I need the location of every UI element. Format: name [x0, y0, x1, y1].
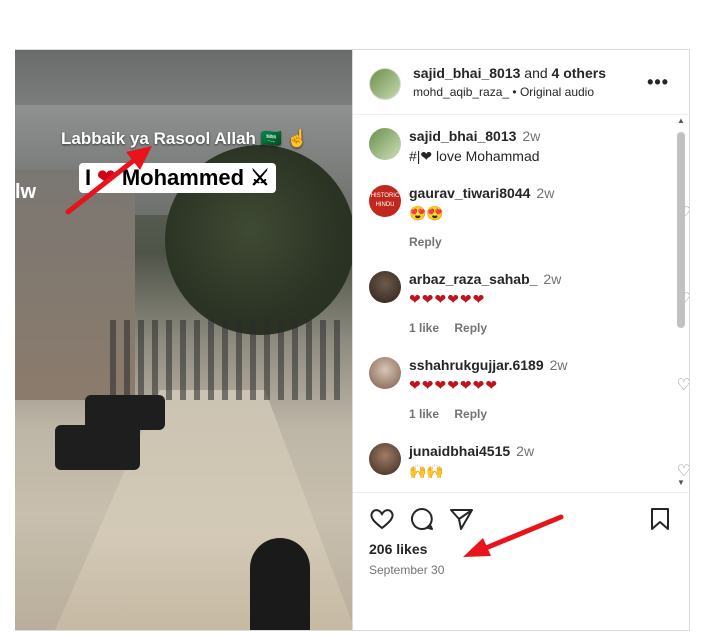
comments-list: sajid_bhai_8013 2w #|❤ love Mohammad HIST… [353, 114, 689, 492]
post-authors: sajid_bhai_8013 and 4 others [413, 65, 606, 81]
post-video[interactable]: lw Labbaik ya Rasool Allah 🇸🇦 ☝ I ❤ Moha… [15, 50, 352, 630]
video-corner-text: lw [15, 181, 37, 203]
audio-user[interactable]: mohd_aqib_raza_ [413, 85, 509, 99]
comment-username[interactable]: arbaz_raza_sahab_ [409, 271, 537, 287]
comment-avatar[interactable] [369, 443, 401, 475]
reply-button[interactable]: Reply [409, 235, 442, 249]
comment-meta: 1 like Reply [409, 321, 499, 335]
annotation-arrow-likes [463, 514, 564, 557]
comment-like-count[interactable]: 1 like [409, 407, 439, 421]
collaborators-link[interactable]: 4 others [552, 65, 606, 81]
authors-joiner: and [524, 65, 548, 81]
video-crowd [110, 320, 340, 400]
audio-info: mohd_aqib_raza_ • Original audio [413, 85, 594, 99]
scroll-up-arrow-icon[interactable]: ▲ [677, 116, 685, 125]
post-header: sajid_bhai_8013 and 4 others mohd_aqib_r… [353, 50, 689, 115]
scrollbar-thumb[interactable] [677, 132, 685, 328]
avatar-label: HISTORIC HINDU [370, 193, 400, 208]
reply-button[interactable]: Reply [454, 407, 487, 421]
comments-scrollbar[interactable]: ▲ ▼ [675, 114, 687, 492]
comment-time: 2w [516, 443, 535, 459]
comment-time: 2w [536, 185, 555, 201]
comment-username[interactable]: gaurav_tiwari8044 [409, 185, 530, 201]
scroll-down-arrow-icon[interactable]: ▼ [677, 478, 685, 487]
comment-time: 2w [522, 128, 541, 144]
author-avatar[interactable] [369, 68, 401, 100]
comment-avatar[interactable]: HISTORIC HINDU [369, 185, 401, 217]
likes-count[interactable]: 206 likes [369, 541, 427, 557]
video-motorbike [55, 425, 140, 470]
post-date: September 30 [369, 563, 445, 577]
comment-text: #|❤ love Mohammad [409, 148, 540, 164]
video-foreground-person [250, 538, 310, 630]
comment-username[interactable]: sshahrukgujjar.6189 [409, 357, 544, 373]
comment-text: ❤❤❤❤❤❤❤ [409, 377, 499, 393]
comment-avatar[interactable] [369, 271, 401, 303]
author-username[interactable]: sajid_bhai_8013 [413, 65, 520, 81]
comment-text: ❤❤❤❤❤❤ [409, 291, 486, 307]
comment-meta: Reply [409, 235, 454, 249]
comment-avatar[interactable] [369, 128, 401, 160]
comment-like-count[interactable]: 1 like [409, 321, 439, 335]
comment-meta: 1 like Reply [409, 407, 499, 421]
annotation-arrow-video [65, 146, 152, 215]
comment-time: 2w [549, 357, 568, 373]
comment-time: 2w [543, 271, 562, 287]
audio-separator: • [512, 85, 517, 99]
video-motorbike [85, 395, 165, 430]
comment-username[interactable]: junaidbhai4515 [409, 443, 510, 459]
reply-button[interactable]: Reply [454, 321, 487, 335]
comment-bubble-icon[interactable] [409, 507, 435, 531]
like-heart-icon[interactable] [369, 507, 395, 531]
comment-text: 😍😍 [409, 205, 444, 221]
more-options-icon[interactable]: ••• [647, 72, 669, 93]
comment-username[interactable]: sajid_bhai_8013 [409, 128, 516, 144]
save-bookmark-icon[interactable] [649, 507, 671, 531]
comment-text: 🙌🙌 [409, 463, 444, 479]
comment-avatar[interactable] [369, 357, 401, 389]
audio-label[interactable]: Original audio [520, 85, 594, 99]
